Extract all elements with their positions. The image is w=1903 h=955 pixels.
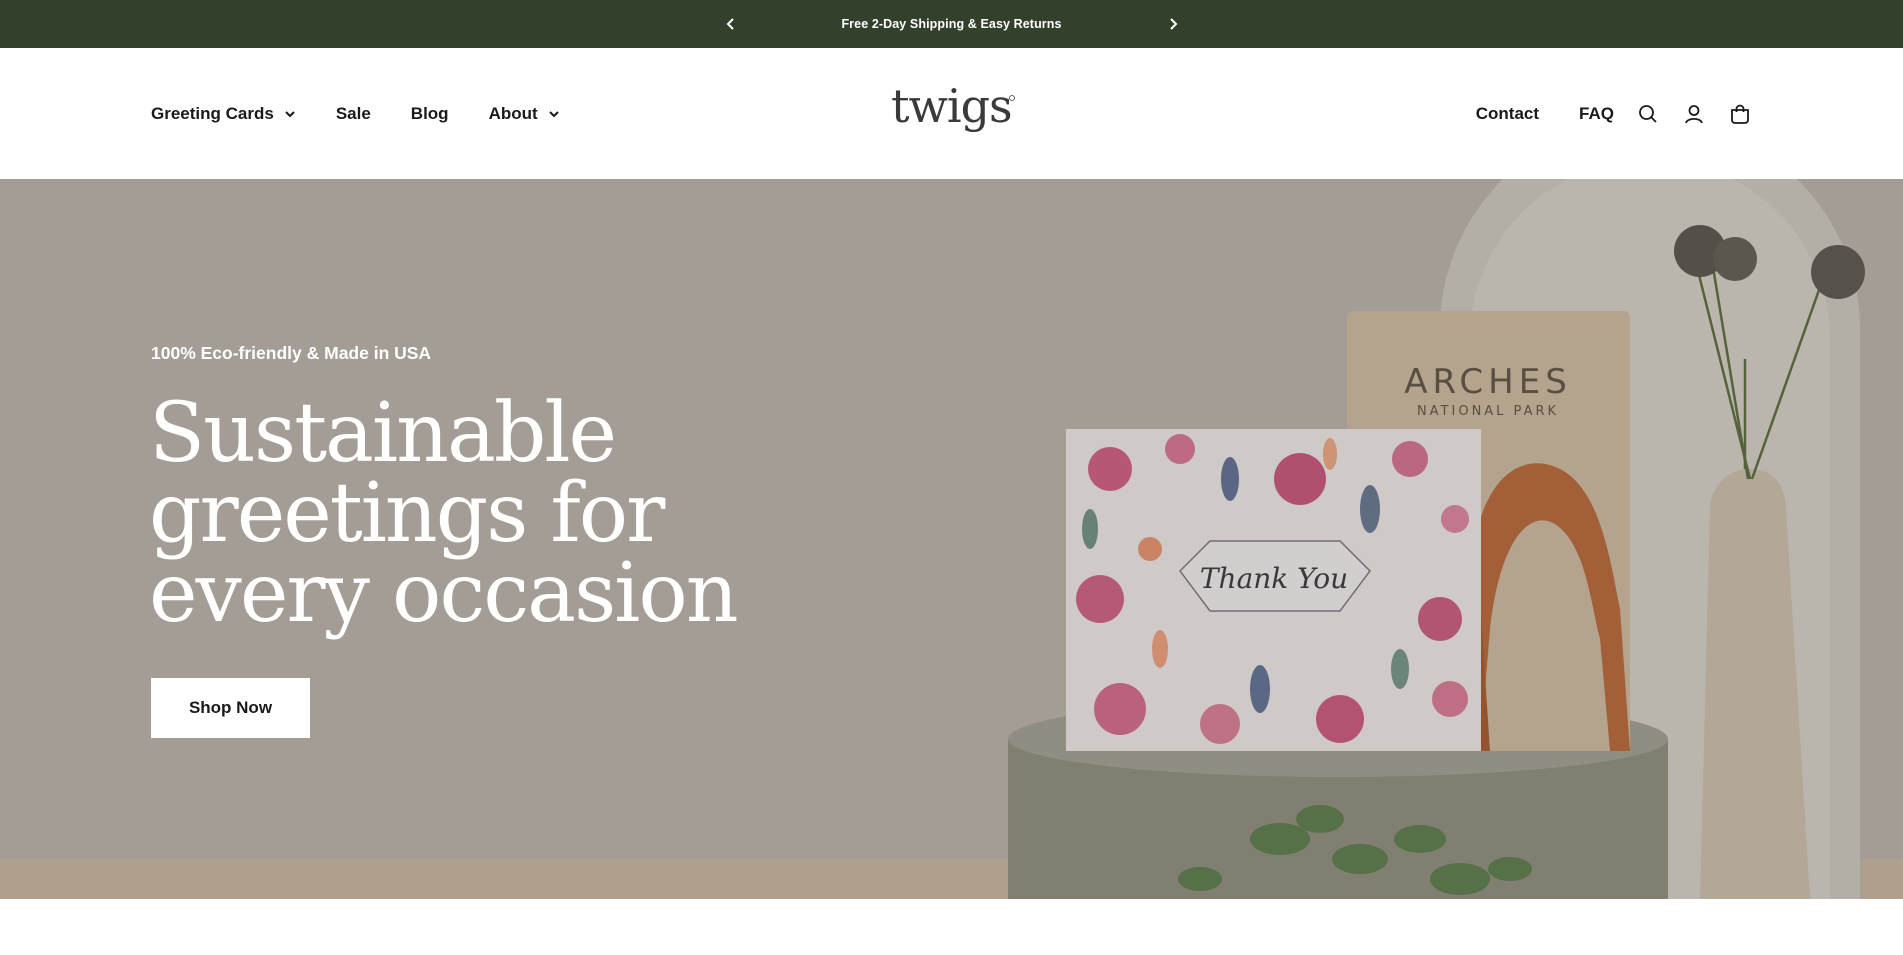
nav-about-label: About (488, 103, 538, 123)
site-header: Greeting Cards Sale Blog About twigs Con… (0, 48, 1903, 179)
account-icon[interactable] (1682, 102, 1706, 126)
nav-faq[interactable]: FAQ (1579, 104, 1614, 124)
nav-blog[interactable]: Blog (411, 104, 449, 124)
nav-greeting-cards-label: Greeting Cards (151, 103, 274, 123)
cart-icon[interactable] (1728, 102, 1752, 126)
secondary-nav: Contact FAQ (1436, 48, 1752, 179)
shop-now-button[interactable]: Shop Now (151, 678, 310, 738)
announcement-text: Free 2-Day Shipping & Easy Returns (841, 17, 1062, 31)
search-icon[interactable] (1636, 102, 1660, 126)
nav-sale-label: Sale (335, 103, 371, 123)
primary-nav: Greeting Cards Sale Blog About (151, 48, 600, 179)
chevron-down-icon (285, 110, 295, 117)
nav-blog-label: Blog (410, 103, 449, 123)
nav-faq-label: FAQ (1579, 103, 1614, 123)
hero-banner: ARCHES NATIONAL PARK Thank You 100% Eco-… (0, 179, 1903, 899)
announcement-bar: Free 2-Day Shipping & Easy Returns (0, 0, 1903, 48)
chevron-down-icon (548, 110, 559, 117)
hero-eyebrow: 100% Eco-friendly & Made in USA (151, 343, 432, 363)
logo-wordmark: twigs (891, 86, 1012, 133)
twigs-logo[interactable]: twigs (887, 79, 1017, 144)
hero-headline: Sustainable greetings for every occasion (149, 386, 739, 641)
nav-contact-label: Contact (1475, 103, 1540, 123)
nav-greeting-cards[interactable]: Greeting Cards (151, 104, 296, 124)
nav-sale[interactable]: Sale (336, 104, 371, 124)
chevron-right-icon[interactable] (1163, 14, 1183, 34)
nav-contact[interactable]: Contact (1476, 104, 1539, 124)
nav-about[interactable]: About (489, 104, 560, 124)
